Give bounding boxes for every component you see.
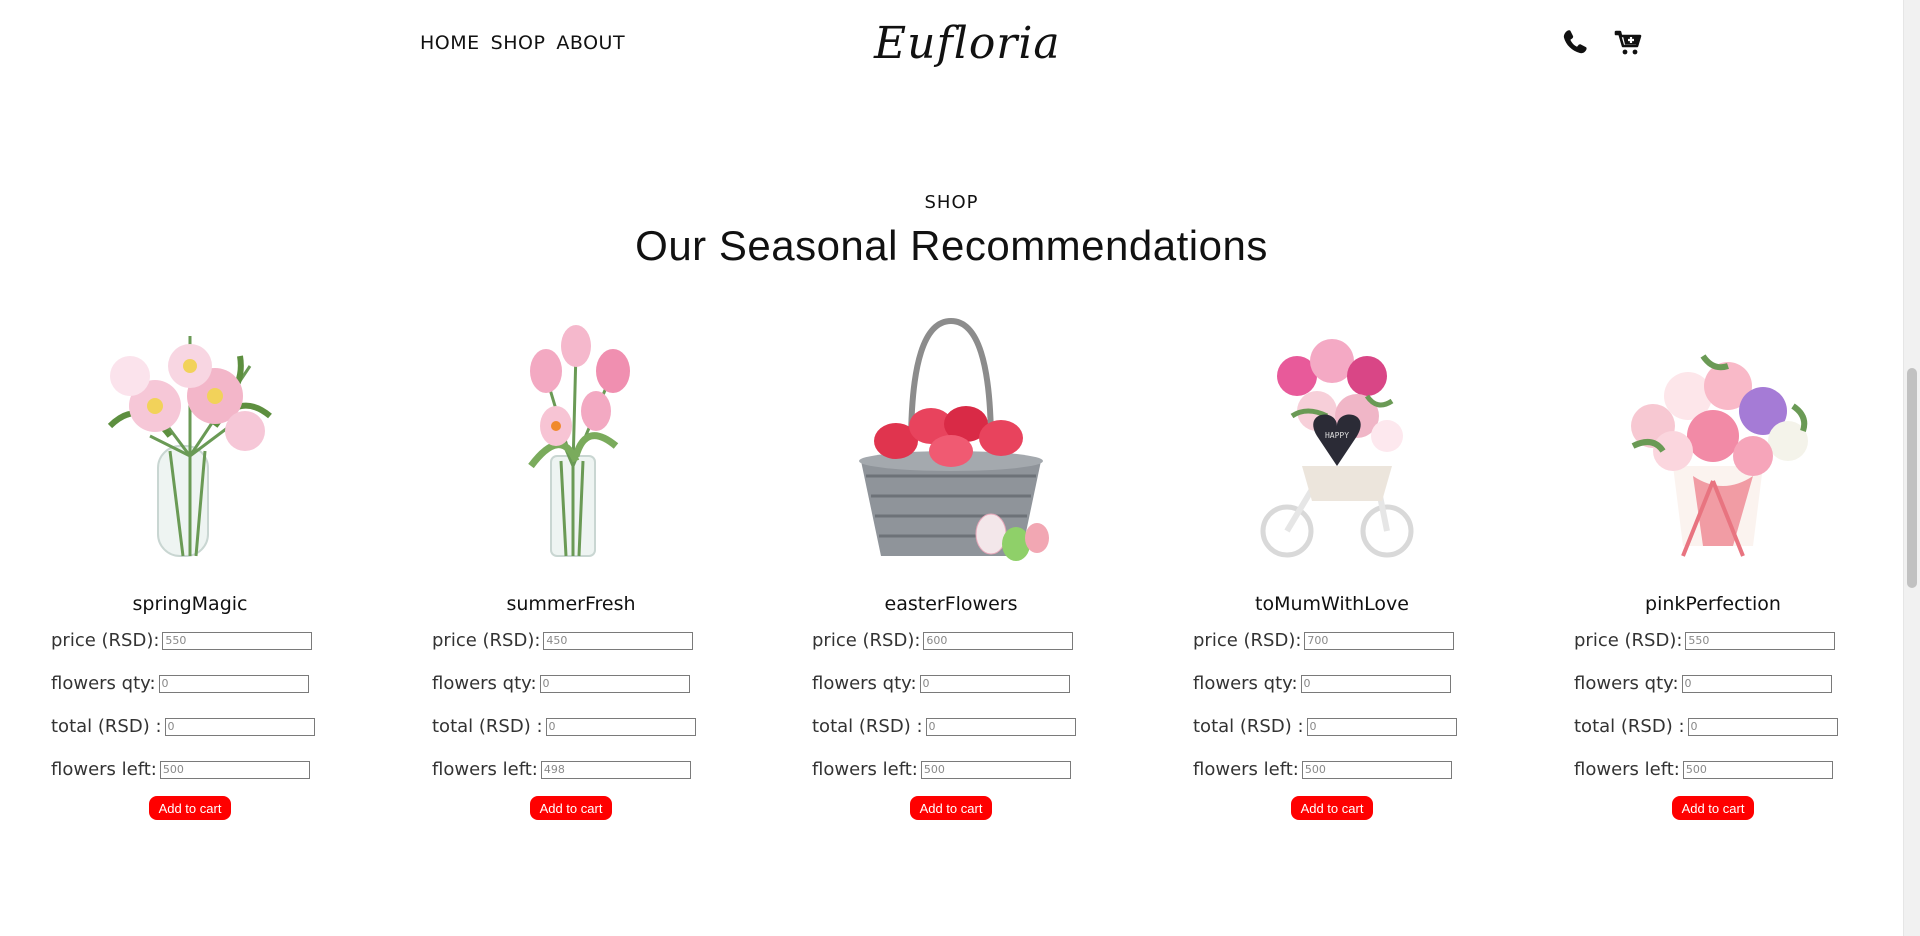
add-to-cart-button[interactable]: Add to cart bbox=[1671, 796, 1755, 820]
add-to-cart-button[interactable]: Add to cart bbox=[529, 796, 613, 820]
left-field[interactable] bbox=[1682, 760, 1833, 779]
price-field[interactable] bbox=[162, 631, 313, 650]
total-field[interactable] bbox=[545, 717, 696, 736]
product-card: springMagic price (RSD): flowers qty: to… bbox=[40, 316, 340, 820]
product-name: summerFresh bbox=[506, 593, 636, 615]
add-to-cart-button[interactable]: Add to cart bbox=[148, 796, 232, 820]
nav-shop-link[interactable]: SHOP bbox=[491, 32, 546, 54]
total-field[interactable] bbox=[164, 717, 315, 736]
total-label: total (RSD) : bbox=[1574, 716, 1685, 737]
total-label: total (RSD) : bbox=[432, 716, 543, 737]
qty-label: flowers qty: bbox=[1193, 673, 1298, 694]
price-field[interactable] bbox=[1304, 631, 1455, 650]
product-name: pinkPerfection bbox=[1645, 593, 1781, 615]
total-field[interactable] bbox=[1306, 717, 1457, 736]
total-field[interactable] bbox=[925, 717, 1076, 736]
page-title: Our Seasonal Recommendations bbox=[635, 222, 1268, 269]
product-name: easterFlowers bbox=[884, 593, 1018, 615]
add-to-cart-button[interactable]: Add to cart bbox=[909, 796, 993, 820]
site-logo[interactable]: Eufloria bbox=[874, 18, 1061, 69]
price-field[interactable] bbox=[543, 631, 694, 650]
total-field[interactable] bbox=[1687, 717, 1838, 736]
product-image bbox=[1563, 316, 1863, 576]
qty-label: flowers qty: bbox=[432, 673, 537, 694]
qty-label: flowers qty: bbox=[51, 673, 156, 694]
qty-field[interactable] bbox=[158, 674, 309, 693]
product-image bbox=[40, 316, 340, 576]
total-label: total (RSD) : bbox=[1193, 716, 1304, 737]
qty-label: flowers qty: bbox=[1574, 673, 1679, 694]
left-field[interactable] bbox=[920, 760, 1071, 779]
scrollbar-thumb[interactable] bbox=[1907, 368, 1917, 588]
price-label: price (RSD): bbox=[1574, 630, 1683, 651]
left-field[interactable] bbox=[540, 760, 691, 779]
product-card: HAPPY toMumWithLove price (RSD): flowers… bbox=[1182, 316, 1482, 820]
qty-label: flowers qty: bbox=[812, 673, 917, 694]
page-scrollbar[interactable] bbox=[1903, 0, 1920, 936]
svg-text:HAPPY: HAPPY bbox=[1325, 431, 1349, 440]
qty-field[interactable] bbox=[1300, 674, 1451, 693]
product-card: pinkPerfection price (RSD): flowers qty:… bbox=[1563, 316, 1863, 820]
product-image bbox=[421, 316, 721, 576]
price-label: price (RSD): bbox=[51, 630, 160, 651]
total-label: total (RSD) : bbox=[812, 716, 923, 737]
qty-field[interactable] bbox=[1681, 674, 1832, 693]
left-field[interactable] bbox=[159, 760, 310, 779]
left-label: flowers left: bbox=[51, 759, 157, 780]
header-icons bbox=[1560, 28, 1644, 58]
product-card: summerFresh price (RSD): flowers qty: to… bbox=[421, 316, 721, 820]
product-image: HAPPY bbox=[1182, 316, 1482, 576]
price-field[interactable] bbox=[1685, 631, 1836, 650]
left-field[interactable] bbox=[1301, 760, 1452, 779]
qty-field[interactable] bbox=[539, 674, 690, 693]
qty-field[interactable] bbox=[919, 674, 1070, 693]
total-label: total (RSD) : bbox=[51, 716, 162, 737]
price-field[interactable] bbox=[923, 631, 1074, 650]
section-kicker: SHOP bbox=[924, 192, 979, 213]
cart-plus-icon[interactable] bbox=[1614, 28, 1644, 58]
product-card: easterFlowers price (RSD): flowers qty: … bbox=[801, 316, 1101, 820]
nav-about-link[interactable]: ABOUT bbox=[556, 32, 625, 54]
price-label: price (RSD): bbox=[812, 630, 921, 651]
left-label: flowers left: bbox=[812, 759, 918, 780]
left-label: flowers left: bbox=[432, 759, 538, 780]
phone-icon[interactable] bbox=[1560, 28, 1590, 58]
left-label: flowers left: bbox=[1193, 759, 1299, 780]
nav-home-link[interactable]: HOME bbox=[420, 32, 480, 54]
price-label: price (RSD): bbox=[432, 630, 541, 651]
main-nav: HOME SHOP ABOUT bbox=[420, 32, 625, 54]
product-name: springMagic bbox=[132, 593, 248, 615]
price-label: price (RSD): bbox=[1193, 630, 1302, 651]
left-label: flowers left: bbox=[1574, 759, 1680, 780]
product-image bbox=[801, 316, 1101, 576]
product-name: toMumWithLove bbox=[1255, 593, 1409, 615]
add-to-cart-button[interactable]: Add to cart bbox=[1290, 796, 1374, 820]
